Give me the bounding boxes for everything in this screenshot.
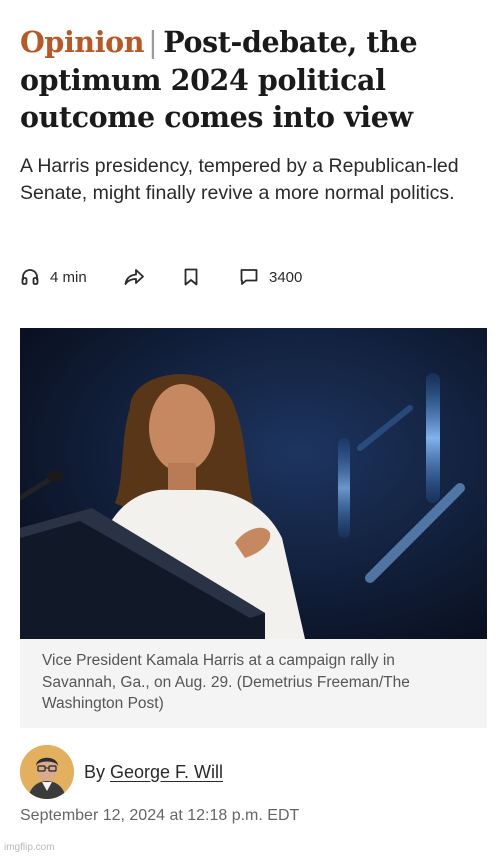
opinion-kicker[interactable]: Opinion	[20, 25, 144, 59]
byline-prefix: By	[84, 761, 106, 782]
article-headline: Opinion | Post-debate, the optimum 2024 po…	[20, 24, 485, 137]
author-link[interactable]: George F. Will	[110, 762, 223, 783]
save-button[interactable]	[182, 264, 200, 290]
listen-button[interactable]: 4 min	[20, 264, 87, 290]
comments-button[interactable]: 3400	[239, 264, 302, 290]
imgflip-watermark: imgflip.com	[4, 842, 55, 853]
headphones-icon	[20, 267, 40, 287]
comments-count: 3400	[269, 268, 303, 286]
listen-duration: 4 min	[50, 268, 87, 286]
byline: By George F. Will	[20, 745, 223, 799]
publish-timestamp: September 12, 2024 at 12:18 p.m. EDT	[20, 807, 300, 824]
comment-icon	[239, 267, 259, 287]
article-subheadline: A Harris presidency, tempered by a Repub…	[20, 155, 459, 204]
bookmark-icon	[182, 267, 200, 287]
share-icon	[123, 267, 145, 287]
photo-caption: Vice President Kamala Harris at a campai…	[20, 639, 487, 728]
article-photo[interactable]	[20, 328, 487, 639]
author-avatar[interactable]	[20, 745, 74, 799]
article-toolbar: 4 min 3400	[20, 264, 490, 290]
kicker-separator: |	[148, 26, 158, 59]
share-button[interactable]	[123, 264, 145, 290]
